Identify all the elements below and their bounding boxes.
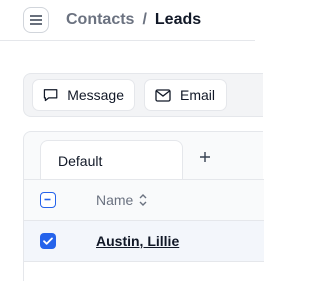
column-header-name[interactable]: Name — [96, 192, 148, 208]
breadcrumb-leads: Leads — [154, 11, 202, 28]
plus-icon — [200, 152, 210, 162]
table-row[interactable]: Austin, Lillie — [24, 221, 264, 262]
menu-button[interactable] — [23, 7, 49, 33]
minus-icon — [44, 198, 51, 201]
hamburger-menu-icon — [30, 15, 42, 25]
breadcrumb-contacts[interactable]: Contacts — [66, 11, 134, 29]
top-header: Contacts / Leads — [0, 0, 255, 41]
select-all-checkbox[interactable] — [40, 192, 56, 208]
message-button-label: Message — [67, 87, 124, 103]
email-button-label: Email — [180, 87, 216, 103]
column-header-name-label: Name — [96, 192, 134, 208]
action-toolbar: Message Email — [23, 73, 263, 117]
leads-table: Name Austin, Lillie — [24, 179, 264, 290]
check-icon — [43, 237, 53, 245]
add-tab-button[interactable] — [196, 148, 214, 166]
email-button[interactable]: Email — [144, 79, 227, 111]
message-button[interactable]: Message — [32, 79, 135, 111]
sort-updown-icon — [139, 194, 147, 206]
chat-bubble-icon — [43, 89, 58, 102]
table-panel: Default Name Austin, Lillie — [23, 131, 264, 290]
lead-name-link[interactable]: Austin, Lillie — [96, 233, 179, 249]
envelope-icon — [155, 88, 171, 102]
breadcrumb: Contacts / Leads — [66, 10, 201, 30]
table-header-row: Name — [24, 180, 264, 221]
row-checkbox[interactable] — [40, 233, 56, 249]
tab-default[interactable]: Default — [40, 140, 183, 180]
breadcrumb-separator: / — [142, 11, 147, 28]
